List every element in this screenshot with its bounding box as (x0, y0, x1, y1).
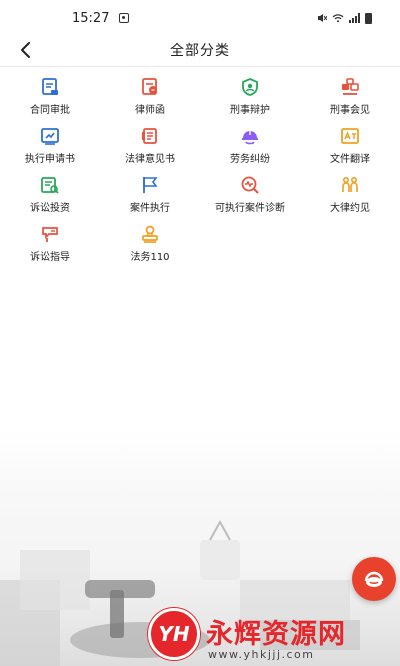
category-criminal-meeting[interactable]: 刑事会见 (300, 72, 400, 121)
category-label: 大律约见 (330, 203, 370, 214)
category-label: 诉讼投资 (30, 203, 70, 214)
category-label: 法务110 (130, 252, 170, 263)
lawyer-letter-icon (139, 76, 161, 98)
watermark-url: www.yhkjjj.com (208, 648, 315, 661)
signal-icon (349, 13, 360, 23)
nav-bar: 全部分类 (0, 36, 400, 64)
customer-service-icon (364, 571, 384, 587)
category-label: 可执行案件诊断 (215, 203, 285, 214)
category-lawyer-appointment[interactable]: 大律约见 (300, 170, 400, 219)
watermark-logo: YH (148, 608, 200, 660)
category-label: 案件执行 (130, 203, 170, 214)
page-title: 全部分类 (170, 43, 230, 59)
category-label: 执行申请书 (25, 154, 75, 165)
legal-opinion-icon (139, 125, 161, 147)
category-document-translation[interactable]: 文件翻译 (300, 121, 400, 170)
category-execution-application[interactable]: 执行申请书 (0, 121, 100, 170)
category-label: 刑事会见 (330, 105, 370, 116)
contract-approval-icon (39, 76, 61, 98)
chevron-left-icon (21, 42, 30, 58)
category-grid: 合同审批 律师函 刑事辩护 刑事会见 执行申请书 法律意见书 劳务纠纷 文件翻译… (0, 72, 400, 268)
translate-icon (339, 125, 361, 147)
notification-app-icon (119, 13, 130, 23)
category-litigation-guidance[interactable]: 诉讼指导 (0, 219, 100, 268)
meeting-icon (339, 76, 361, 98)
status-bar: 15:27 (0, 0, 400, 36)
category-contract-approval[interactable]: 合同审批 (0, 72, 100, 121)
application-icon (39, 125, 61, 147)
back-button[interactable] (14, 38, 38, 62)
category-case-diagnosis[interactable]: 可执行案件诊断 (200, 170, 300, 219)
category-labor-dispute[interactable]: 劳务纠纷 (200, 121, 300, 170)
category-label: 文件翻译 (330, 154, 370, 165)
header-divider (0, 66, 400, 67)
appointment-icon (339, 174, 361, 196)
guidance-icon (39, 223, 61, 245)
category-label: 法律意见书 (125, 154, 175, 165)
watermark: YH 永辉资源网 www.yhkjjj.com (148, 608, 398, 664)
flag-icon (139, 174, 161, 196)
status-time: 15:27 (72, 10, 110, 26)
category-label: 律师函 (135, 105, 165, 116)
category-litigation-investment[interactable]: 诉讼投资 (0, 170, 100, 219)
customer-service-button[interactable] (352, 557, 396, 601)
watermark-title: 永辉资源网 (206, 619, 346, 650)
status-indicators (317, 12, 372, 24)
category-label: 诉讼指导 (30, 252, 70, 263)
category-label: 劳务纠纷 (230, 154, 270, 165)
category-label: 刑事辩护 (230, 105, 270, 116)
category-label: 合同审批 (30, 105, 70, 116)
wifi-icon (332, 14, 344, 23)
worker-helmet-icon (239, 125, 261, 147)
category-case-execution[interactable]: 案件执行 (100, 170, 200, 219)
mute-icon (318, 14, 327, 22)
litigation-investment-icon (39, 174, 61, 196)
battery-icon (365, 12, 372, 24)
legal-110-icon (139, 223, 161, 245)
category-legal-opinion[interactable]: 法律意见书 (100, 121, 200, 170)
category-criminal-defense[interactable]: 刑事辩护 (200, 72, 300, 121)
category-legal-110[interactable]: 法务110 (100, 219, 200, 268)
category-lawyer-letter[interactable]: 律师函 (100, 72, 200, 121)
diagnosis-icon (239, 174, 261, 196)
shield-icon (239, 76, 261, 98)
